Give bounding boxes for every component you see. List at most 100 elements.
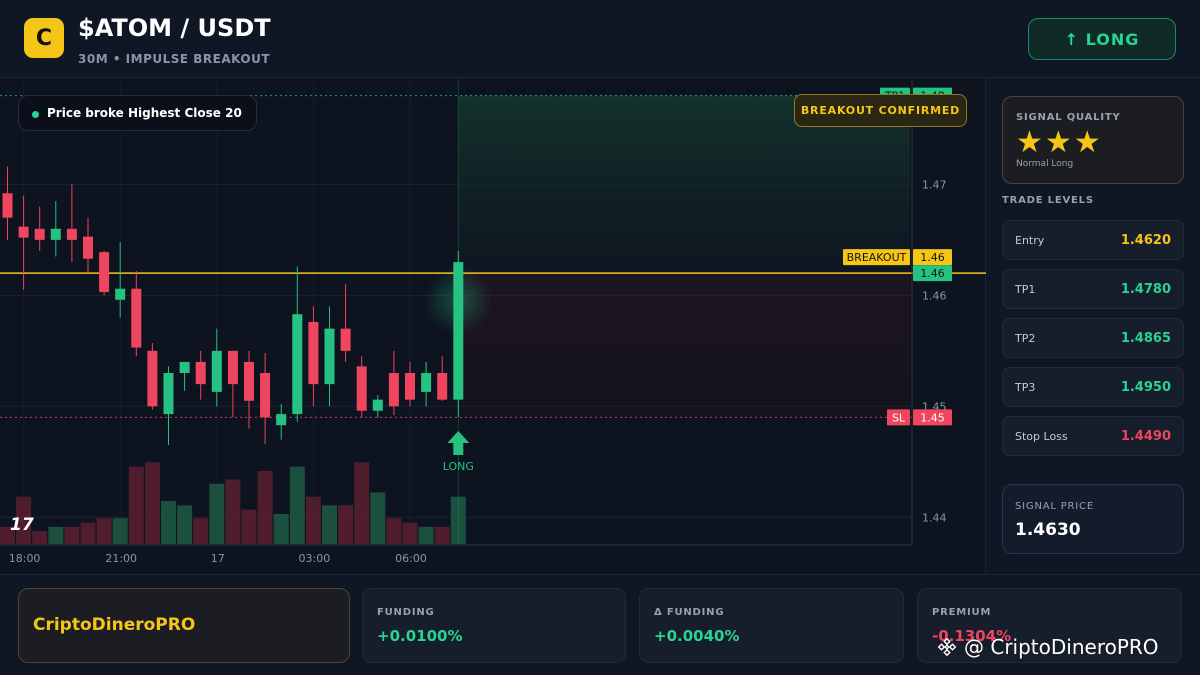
bottom-bar: CriptoDineroPRO FUNDING +0.0100% Δ FUNDI… [0,574,1200,675]
breakout-info-pill: Price broke Highest Close 20 [18,95,257,131]
candle-body [421,373,432,392]
time-tick-label: 18:00 [9,552,41,565]
level-label: TP2 [1015,332,1036,345]
volume-bar [161,501,176,544]
candle-body [131,288,142,348]
long-arrow-icon [447,430,470,455]
level-value: 1.4490 [1120,429,1171,444]
pair-title: $ATOM / USDT [78,14,271,42]
stat-value: +0.0100% [377,627,463,645]
time-tick-label: 17 [211,552,225,565]
stat-title: Δ FUNDING [654,607,725,618]
volume-bar [225,479,241,544]
signal-price-card: SIGNAL PRICE 1.4630 [1002,484,1184,554]
signal-quality-card: SIGNAL QUALITY ★★★ Normal Long [1002,96,1184,184]
level-entry: Entry 1.4620 [1002,220,1184,260]
stat-value: +0.0040% [654,627,740,645]
level-value: 1.4865 [1120,331,1171,346]
candle-body [356,366,367,411]
volume-bar [305,496,321,544]
breakout-tag: BREAKOUT [847,251,907,264]
candle-body [292,314,303,415]
candle-body [179,361,190,374]
current-price-tag: 1.46 [920,267,945,280]
candle-body [18,226,29,238]
candle-body [340,328,351,351]
level-label: TP3 [1015,381,1036,394]
level-tp2: TP2 1.4865 [1002,318,1184,358]
price-tick-label: 1.47 [922,178,947,191]
level-label: Stop Loss [1015,430,1068,443]
price-tick-label: 1.46 [922,289,947,302]
binance-icon [937,637,957,657]
candle-body [437,373,448,400]
candle-body [388,373,399,407]
volume-bar [48,526,64,544]
watermark-text: @ CriptoDineroPRO [964,635,1159,659]
candle-body [2,193,13,218]
stat-title: FUNDING [377,607,435,618]
candle-body [227,350,238,385]
sl-price-tag: 1.45 [920,411,945,424]
signal-quality-title: SIGNAL QUALITY [1016,112,1121,123]
level-tp1: TP1 1.4780 [1002,269,1184,309]
candle-body [211,350,222,392]
candle-body [115,288,126,300]
volume-bar [418,526,434,544]
candle-body [244,361,254,401]
chart-canvas[interactable]: LONG 1.47 1.46 1.45 1.44 18:00 21:00 17 03:00 06:… [0,79,986,573]
volume-bar [273,513,289,544]
candle-body [453,262,464,400]
candle-body [66,228,77,240]
timeframe-subtitle: 30M • IMPULSE BREAKOUT [78,52,271,66]
candle-body [163,373,174,415]
long-marker-label: LONG [443,460,474,473]
signal-price-value: 1.4630 [1015,520,1081,540]
stat-title: PREMIUM [932,607,992,618]
level-tp3: TP3 1.4950 [1002,367,1184,407]
volume-bar [386,518,402,544]
volume-bar [338,505,354,544]
volume-bar [241,509,257,544]
volume-bar [289,466,305,544]
level-value: 1.4620 [1120,233,1171,248]
delta-funding-card: Δ FUNDING +0.0040% [639,588,904,663]
tradingview-logo: 17 [10,515,34,535]
header: C $ATOM / USDT 30M • IMPULSE BREAKOUT ↑ … [0,0,1200,78]
volume-bar [32,531,48,544]
breakout-confirmed-badge: BREAKOUT CONFIRMED [794,94,967,127]
info-pill-text: Price broke Highest Close 20 [47,106,242,120]
candle-body [99,252,110,293]
level-stop-loss: Stop Loss 1.4490 [1002,416,1184,456]
candle-body [195,361,206,385]
candle-body [324,328,335,385]
price-tick-label: 1.44 [922,511,947,524]
level-label: TP1 [1015,283,1036,296]
volume-bar [257,470,273,544]
level-value: 1.4950 [1120,380,1171,395]
price-chart[interactable]: LONG 1.47 1.46 1.45 1.44 18:00 21:00 17 03:00 06:… [0,79,986,573]
candle-body [83,236,93,259]
breakout-price-tag: 1.46 [920,251,945,264]
time-tick-label: 06:00 [395,552,427,565]
long-button[interactable]: ↑ LONG [1028,18,1176,60]
level-label: Entry [1015,234,1045,247]
candle-body [260,373,271,418]
volume-bar [193,518,209,544]
stop-loss-zone [458,273,910,418]
candle-body [34,228,45,240]
app-logo: C [24,18,64,58]
trade-levels-title: TRADE LEVELS [1002,195,1094,206]
volume-bar [64,526,80,544]
volume-bar [144,462,160,544]
volume-bar [96,518,112,544]
volume-bar [370,492,386,544]
funding-card: FUNDING +0.0100% [362,588,626,663]
brand-name: CriptoDineroPRO [33,615,196,635]
volume-bar [177,505,193,544]
candle-body [276,414,287,426]
signal-quality-desc: Normal Long [1016,159,1074,169]
status-dot-icon [32,111,39,118]
brand-card: CriptoDineroPRO [18,588,350,663]
candle-body [308,321,319,385]
